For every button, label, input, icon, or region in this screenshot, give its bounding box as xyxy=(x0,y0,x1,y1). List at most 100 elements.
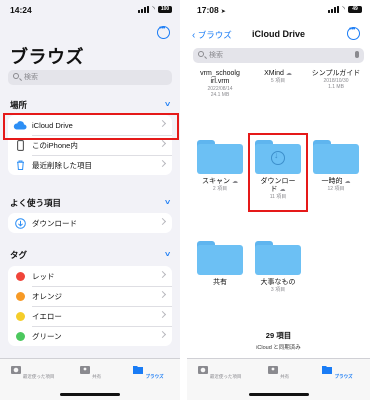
folder-count: 12 項目 xyxy=(327,186,345,192)
page-title: ブラウズ xyxy=(10,47,84,67)
tag-label: グリーン xyxy=(32,331,62,341)
tab-bar: 最近使った項目 共有 ブラウズ xyxy=(187,358,370,400)
page-title: iCloud Drive xyxy=(251,29,305,39)
section-header-favorites: よく使う項目 xyxy=(10,198,62,208)
tag-red[interactable]: レッド xyxy=(8,266,172,286)
iphone-icon xyxy=(8,139,32,151)
folder-count: 3 項目 xyxy=(270,287,286,293)
tag-orange[interactable]: オレンジ xyxy=(8,286,172,306)
file-item[interactable]: シンプルガイド 2018/10/30 1.1 MB xyxy=(308,70,364,90)
folder-item[interactable]: 共有 xyxy=(192,241,248,287)
status-time: 17:08 ➤ xyxy=(197,5,226,15)
chevron-right-icon xyxy=(158,330,167,339)
chevron-right-icon xyxy=(158,270,167,279)
orange-tag-dot-icon xyxy=(15,291,25,301)
download-circle-icon xyxy=(8,217,32,229)
tab-browse[interactable]: ブラウズ xyxy=(309,364,365,380)
browse-folder-icon xyxy=(133,366,144,374)
file-name: irl.vrm xyxy=(210,78,230,85)
tab-label: 最近使った項目 xyxy=(22,374,55,379)
search-icon xyxy=(13,73,19,79)
tag-label: オレンジ xyxy=(32,291,62,301)
folder-item[interactable]: 一時的 ☁ 12 項目 xyxy=(308,140,364,192)
folder-icon xyxy=(313,140,359,174)
folder-name: 共有 xyxy=(213,279,227,286)
status-bar: 14:24 ◝ 100 xyxy=(0,0,180,18)
file-size: 1.1 MB xyxy=(328,84,344,90)
wifi-icon: ◝ xyxy=(342,6,345,13)
search-placeholder: 検索 xyxy=(209,52,223,59)
file-count: 5 項目 xyxy=(270,78,286,84)
cloud-icon: ☁ xyxy=(231,179,238,185)
clock-folder-icon xyxy=(10,366,21,374)
section-header-tags: タグ xyxy=(10,250,28,260)
folder-name: 一時的 xyxy=(321,178,343,185)
collapse-tags-chevron-icon[interactable]: ∨ xyxy=(164,250,172,258)
tab-browse[interactable]: ブラウズ xyxy=(120,364,176,380)
more-options-button[interactable] xyxy=(157,25,170,39)
battery-icon: 100 xyxy=(158,5,172,13)
search-input[interactable]: 検索 xyxy=(8,70,172,85)
signal-icon xyxy=(328,5,340,13)
microphone-icon[interactable] xyxy=(355,51,359,58)
more-options-button[interactable] xyxy=(347,26,360,40)
location-label: このiPhone内 xyxy=(32,140,78,150)
item-count: 29 項目 xyxy=(265,331,292,340)
folder-item[interactable]: 大事なもの 3 項目 xyxy=(250,241,306,293)
folder-count: 2 項目 xyxy=(212,186,228,192)
clock-folder-icon xyxy=(197,366,208,374)
home-indicator[interactable] xyxy=(248,393,309,396)
sync-status: iCloud と同期済み xyxy=(256,345,301,351)
file-item[interactable]: vrm_schoolg irl.vrm 2022/08/14 24.1 MB xyxy=(192,70,248,98)
collapse-favorites-chevron-icon[interactable]: ∨ xyxy=(164,198,172,206)
folder-icon xyxy=(255,241,301,275)
shared-folder-icon xyxy=(79,366,90,374)
chevron-right-icon xyxy=(158,159,167,168)
status-bar: 17:08 ➤ ◝ 49 xyxy=(187,0,370,18)
shared-folder-icon xyxy=(267,366,278,374)
home-indicator[interactable] xyxy=(60,393,120,396)
highlight-box xyxy=(3,113,179,140)
tag-yellow[interactable]: イエロー xyxy=(8,306,172,326)
cloud-download-icon: ☁ xyxy=(285,71,292,77)
tab-shared[interactable]: 共有 xyxy=(62,364,118,380)
file-name: XMind xyxy=(264,70,284,77)
folder-name: スキャン xyxy=(202,178,231,185)
folder-item[interactable]: スキャン ☁ 2 項目 xyxy=(192,140,248,192)
battery-icon: 49 xyxy=(348,5,362,13)
tab-label: 共有 xyxy=(280,374,290,379)
chevron-right-icon xyxy=(158,290,167,299)
tag-label: イエロー xyxy=(32,311,62,321)
favorite-downloads[interactable]: ダウンロード xyxy=(8,213,172,233)
collapse-locations-chevron-icon[interactable]: ∨ xyxy=(164,100,172,108)
highlight-box xyxy=(248,133,308,212)
chevron-right-icon xyxy=(158,139,167,148)
chevron-right-icon xyxy=(158,310,167,319)
browse-folder-icon xyxy=(322,366,333,374)
favorites-list: ダウンロード xyxy=(8,213,172,233)
search-icon xyxy=(198,51,204,57)
tab-recents[interactable]: 最近使った項目 xyxy=(4,364,60,380)
tag-label: レッド xyxy=(32,271,55,281)
browse-screen: 14:24 ◝ 100 ブラウズ 検索 場所 ∨ iCloud Drive この… xyxy=(0,0,180,400)
tab-label: 最近使った項目 xyxy=(209,374,242,379)
file-item[interactable]: XMind ☁ 5 項目 xyxy=(250,70,306,84)
red-tag-dot-icon xyxy=(15,271,25,281)
search-input[interactable]: 検索 xyxy=(193,48,364,63)
location-label: 最近削除した項目 xyxy=(32,160,92,170)
trash-icon xyxy=(8,160,32,170)
tags-list: レッド オレンジ イエロー グリーン xyxy=(8,266,172,346)
tag-green[interactable]: グリーン xyxy=(8,326,172,346)
file-name: vrm_schoolg xyxy=(200,70,240,77)
tab-shared[interactable]: 共有 xyxy=(250,364,306,380)
section-header-locations: 場所 xyxy=(10,100,28,110)
icloud-drive-screen: 17:08➤ ◝ 49 ‹ ブラウズ iCloud Drive 検索 vrm_s… xyxy=(187,0,370,400)
location-recently-deleted[interactable]: 最近削除した項目 xyxy=(8,155,172,175)
signal-icon xyxy=(138,5,150,13)
tab-recents[interactable]: 最近使った項目 xyxy=(191,364,247,380)
search-placeholder: 検索 xyxy=(24,74,38,81)
favorite-label: ダウンロード xyxy=(32,218,77,228)
tab-bar: 最近使った項目 共有 ブラウズ xyxy=(0,358,180,400)
chevron-right-icon xyxy=(158,217,167,226)
file-size: 24.1 MB xyxy=(210,92,230,98)
